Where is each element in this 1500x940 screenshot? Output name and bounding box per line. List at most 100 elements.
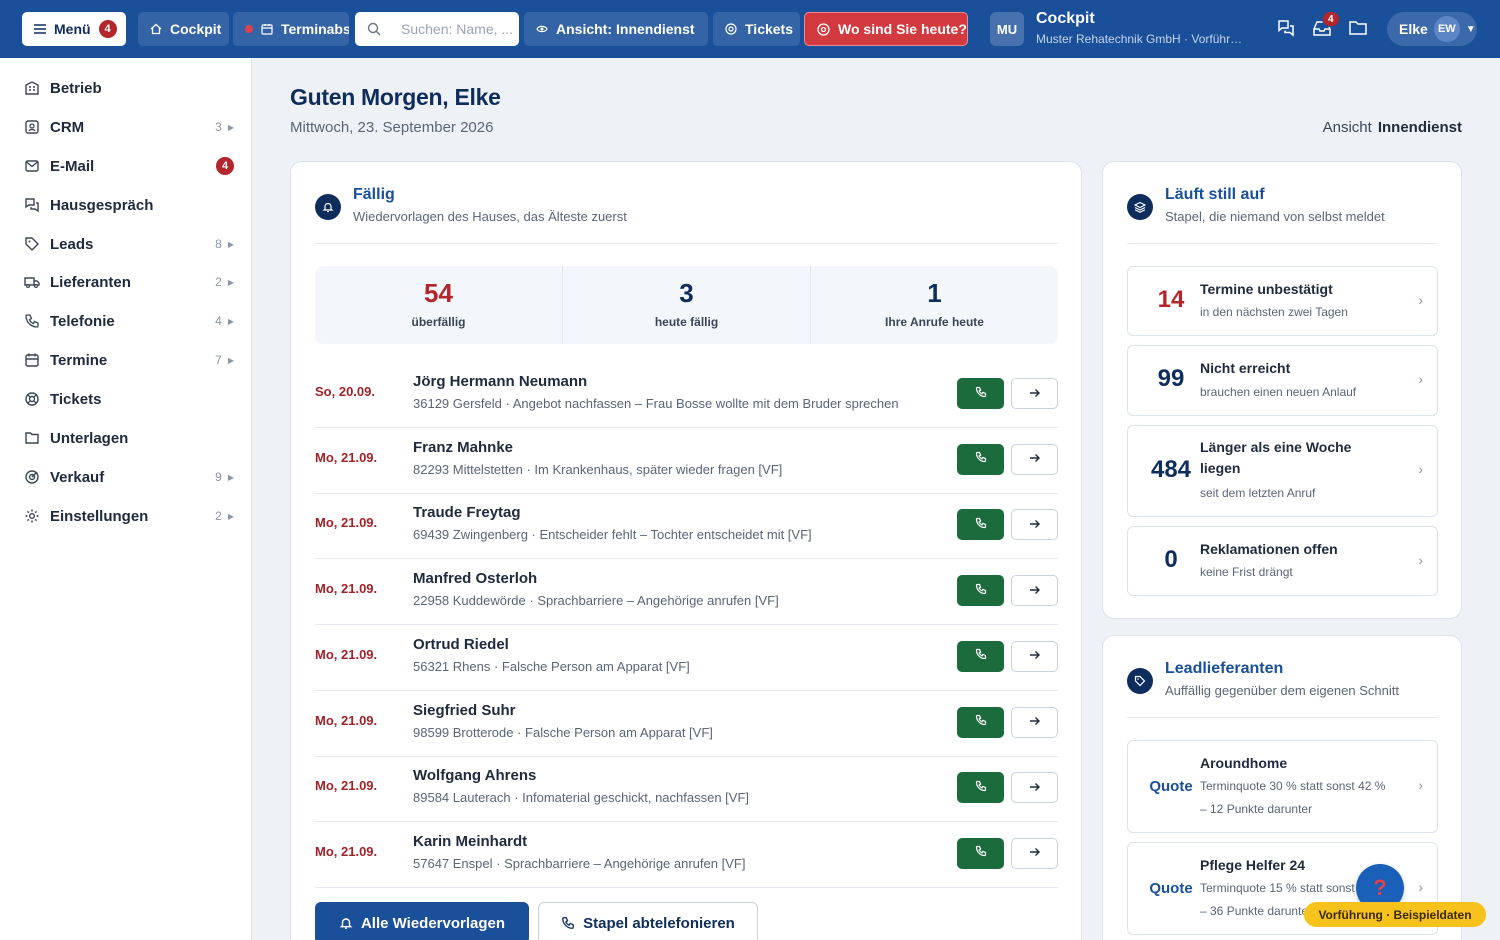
menu-button[interactable]: Menü 4 xyxy=(22,12,126,46)
sidebar-item-email[interactable]: E-Mail 4 xyxy=(24,154,234,178)
menu-badge: 4 xyxy=(98,20,117,38)
search-input[interactable]: Suchen: Name, ... xyxy=(355,12,519,46)
open-button[interactable] xyxy=(1011,640,1058,672)
open-button[interactable] xyxy=(1011,772,1058,804)
tile-not-reached[interactable]: 99 Nicht erreicht brauchen einen neuen A… xyxy=(1127,345,1438,416)
sidebar-item-lieferanten[interactable]: Lieferanten 2 ▶ xyxy=(24,270,234,294)
chevron-right-icon: › xyxy=(1418,777,1423,793)
tile-title: Termine unbestätigt xyxy=(1200,281,1333,297)
row-name: Karin Meinhardt xyxy=(413,832,528,850)
sidebar-item-hausgespraech[interactable]: Hausgespräch xyxy=(24,193,234,217)
tile-unconfirmed[interactable]: 14 Termine unbestätigt in den nächsten z… xyxy=(1127,266,1438,336)
stat-my-calls[interactable]: 1 Ihre Anrufe heute xyxy=(811,266,1058,344)
batch-call-label: Stapel abtelefonieren xyxy=(583,914,735,932)
chat-icon xyxy=(25,198,39,213)
arrow-right-icon xyxy=(1029,450,1041,468)
all-followups-button[interactable]: Alle Wiedervorlagen xyxy=(315,902,529,940)
sidebar-item-label: Tickets xyxy=(50,390,102,408)
sidebar-item-count: 8 ▶ xyxy=(215,237,234,251)
tickets-button[interactable]: Tickets xyxy=(713,12,800,46)
bell-icon xyxy=(315,194,341,220)
eye-icon xyxy=(536,25,548,33)
view-indicator: Ansicht Innendienst xyxy=(1323,119,1462,136)
tile-over-week[interactable]: 484 Länger als eine Woche liegen seit de… xyxy=(1127,425,1438,517)
open-button[interactable] xyxy=(1011,837,1058,869)
inbox-button[interactable]: 4 xyxy=(1312,11,1340,40)
table-row[interactable]: Mo, 21.09. Siegfried Suhr 98599 Brotterode… xyxy=(315,691,1058,757)
call-button[interactable] xyxy=(957,509,1004,541)
open-button[interactable] xyxy=(1011,378,1058,409)
call-button[interactable] xyxy=(957,837,1004,869)
search-placeholder: Suchen: Name, ... xyxy=(401,21,514,37)
terminabsprache-button[interactable]: Terminabsprache xyxy=(233,12,349,46)
table-row[interactable]: Mo, 21.09. Traude Freytag 69439 Zwingenber… xyxy=(315,493,1058,560)
view-select[interactable]: Ansicht: Innendienst ▼ xyxy=(524,12,708,46)
table-row[interactable]: Mo, 21.09. Karin Meinhardt 57647 Enspel · … xyxy=(315,822,1058,888)
open-button[interactable] xyxy=(1011,575,1058,607)
calendar-phone-icon xyxy=(261,24,273,35)
row-date: Mo, 21.09. xyxy=(315,581,378,597)
location-button[interactable]: Wo sind Sie heute? xyxy=(804,12,968,46)
row-name: Ortrud Riedel xyxy=(413,635,509,653)
lifebuoy-icon xyxy=(725,23,737,35)
sidebar-item-count: 2 ▶ xyxy=(215,275,234,289)
row-date: Mo, 21.09. xyxy=(315,778,378,794)
sidebar-item-einstellungen[interactable]: Einstellungen 2 ▶ xyxy=(24,504,234,528)
sidebar-item-leads[interactable]: Leads 8 ▶ xyxy=(24,232,234,256)
folder-button[interactable] xyxy=(1348,18,1370,40)
tile-title: Länger als eine Woche liegen xyxy=(1200,439,1352,476)
user-menu[interactable]: Elke EW ▼ xyxy=(1387,12,1477,46)
arrow-right-icon xyxy=(1029,779,1041,797)
tile-supplier-aroundhome[interactable]: Quote Aroundhome Terminquote 30 % statt … xyxy=(1127,740,1438,833)
terminabsprache-label: Terminabsprache xyxy=(281,21,349,37)
row-name: Manfred Osterloh xyxy=(413,570,538,588)
row-date: So, 20.09. xyxy=(315,384,375,399)
stat-overdue[interactable]: 54 überfällig xyxy=(315,266,563,344)
app-title-block: Cockpit Muster Rehatechnik GmbH · Vorfüh… xyxy=(1036,10,1246,46)
sidebar-item-crm[interactable]: CRM 3 ▶ xyxy=(24,115,234,139)
chevron-right-icon: ▶ xyxy=(227,316,234,326)
call-button[interactable] xyxy=(957,640,1004,672)
sidebar-item-tickets[interactable]: Tickets xyxy=(24,387,234,411)
chevron-down-icon: ▼ xyxy=(1465,23,1476,35)
sidebar-item-verkauf[interactable]: Verkauf 9 ▶ xyxy=(24,465,234,489)
gear-icon xyxy=(25,509,39,523)
cockpit-button[interactable]: Cockpit xyxy=(138,12,229,46)
layers-icon xyxy=(1127,194,1153,220)
chevron-right-icon: ▶ xyxy=(227,511,234,521)
sidebar-item-count: 3 ▶ xyxy=(215,120,234,134)
faellig-subtitle: Wiedervorlagen des Hauses, das Älteste z… xyxy=(353,209,627,224)
tag-icon xyxy=(25,237,39,251)
call-button[interactable] xyxy=(957,575,1004,607)
table-row[interactable]: Mo, 21.09. Manfred Osterloh 22958 Kuddewör… xyxy=(315,559,1058,626)
open-button[interactable] xyxy=(1011,509,1058,541)
chat-button[interactable] xyxy=(1276,18,1298,40)
tile-title: Reklamationen offen xyxy=(1200,541,1338,557)
table-row[interactable]: Mo, 21.09. Wolfgang Ahrens 89584 Lauterach… xyxy=(315,756,1058,823)
table-row[interactable]: Mo, 21.09. Franz Mahnke 82293 Mittelstette… xyxy=(315,428,1058,494)
stat-label: überfällig xyxy=(411,315,466,329)
call-button[interactable] xyxy=(957,378,1004,409)
view-indicator-value: Innendienst xyxy=(1377,119,1462,136)
table-row[interactable]: So, 20.09. Jörg Hermann Neumann 36129 Gers… xyxy=(315,362,1058,428)
folder-icon xyxy=(1349,21,1367,35)
open-button[interactable] xyxy=(1011,706,1058,738)
sidebar-item-betrieb[interactable]: Betrieb xyxy=(24,76,234,100)
sidebar-item-unterlagen[interactable]: Unterlagen xyxy=(24,426,234,450)
call-button[interactable] xyxy=(957,443,1004,475)
sidebar-item-telefonie[interactable]: Telefonie 4 ▶ xyxy=(24,309,234,333)
menu-label: Menü xyxy=(54,21,91,37)
call-button[interactable] xyxy=(957,706,1004,738)
tile-complaints[interactable]: 0 Reklamationen offen keine Frist drängt… xyxy=(1127,526,1438,596)
sidebar-item-termine[interactable]: Termine 7 ▶ xyxy=(24,348,234,372)
row-date: Mo, 21.09. xyxy=(315,843,378,859)
sidebar-item-label: Betrieb xyxy=(50,79,102,97)
batch-call-button[interactable]: Stapel abtelefonieren xyxy=(538,902,758,940)
stat-due-today[interactable]: 3 heute fällig xyxy=(563,266,811,344)
table-row[interactable]: Mo, 21.09. Ortrud Riedel 56321 Rhens · Fal… xyxy=(315,625,1058,691)
row-description: 89584 Lauterach · Infomaterial geschickt… xyxy=(413,790,750,806)
call-button[interactable] xyxy=(957,772,1004,804)
row-name: Siegfried Suhr xyxy=(413,701,516,719)
email-badge: 4 xyxy=(216,157,234,175)
open-button[interactable] xyxy=(1011,443,1058,475)
